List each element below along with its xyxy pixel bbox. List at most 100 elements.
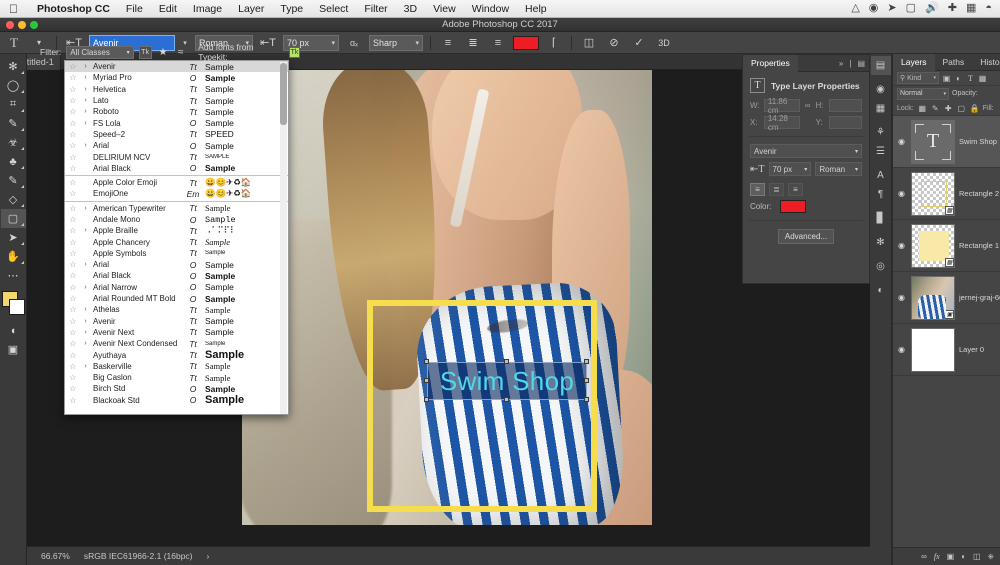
character-icon[interactable]: A [871,166,891,185]
x-input[interactable]: 14.28 cm [763,114,800,132]
properties-color-swatch[interactable] [780,200,806,213]
favorite-star-icon[interactable]: ☆ [68,141,78,150]
menu-item-image[interactable]: Image [185,0,230,18]
properties-font-style-select[interactable]: Roman ▾ [815,162,862,176]
y-input[interactable] [829,116,862,129]
eyedropper-tool[interactable]: ✎ [1,114,26,133]
menu-item-3d[interactable]: 3D [396,0,425,18]
airplay-icon[interactable]: ▢ [906,3,916,14]
lock-transparent-icon[interactable]: ▦ [918,104,927,113]
favorite-star-icon[interactable]: ☆ [68,73,78,82]
panel-menu-icon[interactable]: ▤ [857,59,865,68]
favorite-star-icon[interactable]: ☆ [68,153,78,162]
anti-alias-select[interactable]: Sharp ▾ [369,34,423,51]
menu-item-file[interactable]: File [118,0,151,18]
history-icon[interactable]: ◎ [871,257,891,276]
align-left-icon[interactable]: ≡ [438,34,458,52]
pixel-filter-icon[interactable]: ▣ [942,74,951,83]
layer-row[interactable]: ◉ ▦ Rectangle 1 [893,220,1000,272]
menu-item-edit[interactable]: Edit [151,0,185,18]
font-list-item[interactable]: ☆ Arial Rounded MT Bold O Sample [65,293,288,304]
text-color-swatch[interactable] [513,35,539,50]
font-list-item[interactable]: ☆ › Avenir Tt Sample [65,316,288,327]
layer-thumbnail[interactable]: ▦ [911,223,955,268]
font-list-item[interactable]: ☆ Arial Black O Sample [65,270,288,281]
font-list-item[interactable]: ☆ › Arial O Sample [65,259,288,270]
volume-icon[interactable]: 🔊 [925,3,939,14]
align-left-icon[interactable]: ≡ [750,183,765,196]
menu-item-window[interactable]: Window [464,0,517,18]
menu-item-photoshop[interactable]: Photoshop CC [29,0,118,18]
paragraph-icon[interactable]: ¶ [871,185,891,204]
expand-chevron-icon[interactable]: › [82,108,89,115]
type-tool-selected[interactable]: ▢ [0,209,26,228]
transform-handle-mr[interactable] [584,378,589,383]
menu-item-type[interactable]: Type [272,0,311,18]
layer-kind-filter[interactable]: ⚲ Kind ▾ [897,72,939,84]
expand-chevron-icon[interactable]: › [82,261,89,268]
favorite-star-icon[interactable]: ☆ [68,339,78,348]
bluetooth-icon[interactable]: ✚ [948,3,957,14]
font-list-item[interactable]: ☆ EmojiOne Em 😀😊✈♻🏠 [65,188,288,199]
favorite-star-icon[interactable]: ☆ [68,119,78,128]
font-list-item[interactable]: ☆ Blackoak Std O Sample [65,394,288,406]
expand-chevron-icon[interactable]: › [82,329,89,336]
tab-history[interactable]: History [972,54,1000,71]
quick-mask-icon[interactable]: ◖ [1,321,26,340]
type-tool-icon[interactable]: T [4,34,24,52]
star-filter-icon[interactable]: ★ [157,46,170,59]
expand-chevron-icon[interactable]: › [82,318,89,325]
font-list-item[interactable]: ☆ Speed–2 Tt SPEED [65,129,288,140]
expand-chevron-icon[interactable]: › [82,340,89,347]
height-input[interactable] [829,99,862,112]
align-center-icon[interactable]: ≣ [769,183,784,196]
lock-all-icon[interactable]: 🔒 [970,104,980,113]
layer-thumbnail[interactable] [911,327,955,372]
expand-chevron-icon[interactable]: › [82,97,89,104]
layer-row[interactable]: ◉ ▣ jernej-graj-66 [893,272,1000,324]
text-layer-selection[interactable]: Swim Shop [427,362,587,400]
new-layer-icon[interactable]: ⎈ [988,552,994,562]
font-list-item[interactable]: ☆ › Helvetica Tt Sample [65,84,288,95]
type-filter-icon[interactable]: T [966,74,975,83]
three-d-button[interactable]: 3D [654,34,674,52]
toggle-panels-icon[interactable]: ◫ [579,34,599,52]
expand-chevron-icon[interactable]: › [82,63,89,70]
menu-item-help[interactable]: Help [517,0,555,18]
typekit-badge-icon[interactable]: Tk [289,46,300,58]
properties-icon[interactable]: ▤ [870,56,891,75]
font-family-dropdown[interactable]: ☆ › Avenir Tt Sample ☆ › Myriad Pro O Sample ☆ › Hel… [64,60,289,415]
font-list-item[interactable]: ☆ › Arial Narrow O Sample [65,282,288,293]
font-list-scrollbar-thumb[interactable] [280,63,287,125]
font-list-item[interactable]: ☆ Birch Std O Sample [65,383,288,394]
favorite-star-icon[interactable]: ☆ [68,384,78,393]
layer-visibility-icon[interactable]: ◉ [896,293,907,302]
adjustments-icon[interactable]: ⚘ [871,123,891,142]
typekit-filter-button[interactable]: Tk [138,45,152,59]
zoom-level[interactable]: 66.67% [41,551,70,561]
favorite-star-icon[interactable]: ☆ [68,373,78,382]
wifi-icon[interactable]: ◓ [985,3,992,14]
favorite-star-icon[interactable]: ☆ [68,260,78,269]
favorite-star-icon[interactable]: ☆ [68,215,78,224]
layer-thumbnail[interactable]: T [911,119,955,164]
maximize-window-button[interactable] [30,21,38,29]
tab-layers[interactable]: Layers [893,53,935,71]
layer-thumbnail[interactable]: ▣ [911,275,955,320]
layer-thumbnail[interactable]: ▦ [911,171,955,216]
expand-chevron-icon[interactable]: › [82,74,89,81]
font-list-item[interactable]: ☆ › Myriad Pro O Sample [65,72,288,83]
font-list-item[interactable]: ☆ › Apple Braille Tt ⠠⠁⠍⠏⠇ [65,225,288,236]
favorite-star-icon[interactable]: ☆ [68,362,78,371]
expand-chevron-icon[interactable]: › [82,205,89,212]
properties-font-size-input[interactable]: 70 px ▾ [768,162,812,176]
font-list-item[interactable]: ☆ Arial Black O Sample [65,163,288,174]
favorite-star-icon[interactable]: ☆ [68,62,78,71]
move-tool[interactable]: ✻ [1,57,26,76]
tab-properties[interactable]: Properties [743,54,798,72]
transform-handle-tr[interactable] [584,359,589,364]
font-list-item[interactable]: ☆ › Lato Tt Sample [65,95,288,106]
favorite-star-icon[interactable]: ☆ [68,164,78,173]
layer-row[interactable]: ◉ ▦ Rectangle 2 [893,168,1000,220]
dropbox-icon[interactable]: ◉ [869,3,879,14]
